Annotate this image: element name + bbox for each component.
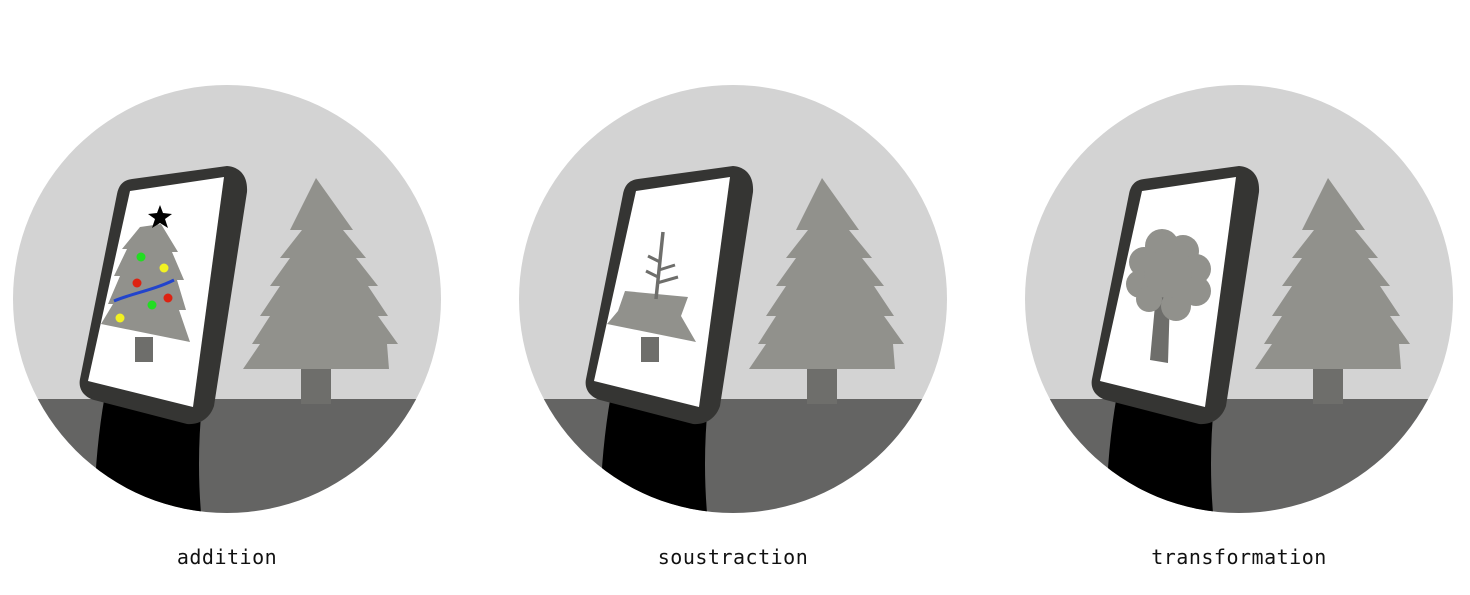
caption-transformation: transformation (1151, 545, 1327, 569)
caption-soustraction: soustraction (657, 545, 809, 569)
ground (13, 399, 441, 513)
panel-transformation: transformation (1024, 84, 1454, 574)
panel-soustraction: soustraction (518, 84, 948, 574)
addition-illustration (13, 85, 441, 513)
ground (519, 399, 947, 513)
caption-addition: addition (176, 545, 278, 569)
soustraction-illustration (519, 85, 947, 513)
ground (1025, 399, 1453, 513)
transformation-illustration (1025, 85, 1453, 513)
panel-addition: addition (12, 84, 442, 574)
